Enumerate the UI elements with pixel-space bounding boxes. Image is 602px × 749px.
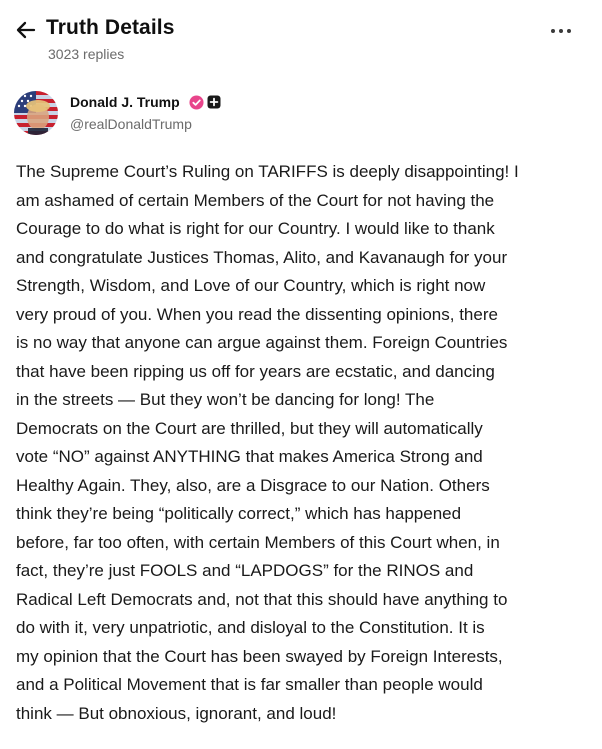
page-header: Truth Details 3023 replies (0, 0, 602, 70)
arrow-left-icon (16, 21, 36, 39)
post-line: Courage to do what is right for our Coun… (16, 219, 495, 238)
post-line: in the streets — But they won’t be danci… (16, 390, 435, 409)
post-line: is no way that anyone can argue against … (16, 333, 508, 352)
post-line: think — But obnoxious, ignorant, and lou… (16, 703, 337, 723)
post-line: Strength, Wisdom, and Love of our Countr… (16, 276, 486, 295)
post-line: before, far too often, with certain Memb… (16, 532, 500, 552)
avatar-image (14, 91, 58, 135)
post-line: do with it, very unpatriotic, and disloy… (16, 618, 485, 637)
post-line: Radical Left Democrats and, not that thi… (16, 589, 508, 609)
post-line: am ashamed of certain Members of the Cou… (16, 190, 495, 210)
post-line: very proud of you. When you read the dis… (16, 304, 498, 324)
back-button[interactable] (14, 18, 38, 42)
post-line: vote “NO” against ANYTHING that makes Am… (16, 447, 483, 466)
verified-badge-icon (189, 95, 204, 110)
plus-badge-icon (207, 95, 221, 109)
more-horizontal-icon (567, 29, 571, 33)
post-line: that have been ripping us off for years … (16, 361, 495, 381)
post-line: and a Political Movement that is far sma… (16, 675, 483, 694)
page-title: Truth Details (46, 16, 175, 39)
post-author: Donald J. Trump @realDonaldTrump (0, 88, 602, 144)
post-line: Democrats on the Court are thrilled, but… (16, 418, 483, 438)
post-line: and congratulate Justices Thomas, Alito,… (16, 247, 508, 267)
author-handle[interactable]: @realDonaldTrump (70, 116, 192, 132)
author-name[interactable]: Donald J. Trump (70, 94, 180, 110)
post-body: The Supreme Court’s Ruling on TARIFFS is… (16, 158, 592, 728)
avatar[interactable] (14, 91, 58, 135)
more-horizontal-icon (559, 29, 563, 33)
post-line: The Supreme Court’s Ruling on TARIFFS is… (16, 162, 519, 181)
post-line: think they’re being “politically correct… (16, 504, 462, 523)
post-line: Healthy Again. They, also, are a Disgrac… (16, 475, 490, 495)
post-line: fact, they’re just FOOLS and “LAPDOGS” f… (16, 561, 474, 580)
more-options-button[interactable] (548, 22, 574, 38)
reply-count: 3023 replies (48, 46, 125, 62)
post-line: my opinion that the Court has been swaye… (16, 646, 503, 666)
more-horizontal-icon (551, 29, 555, 33)
